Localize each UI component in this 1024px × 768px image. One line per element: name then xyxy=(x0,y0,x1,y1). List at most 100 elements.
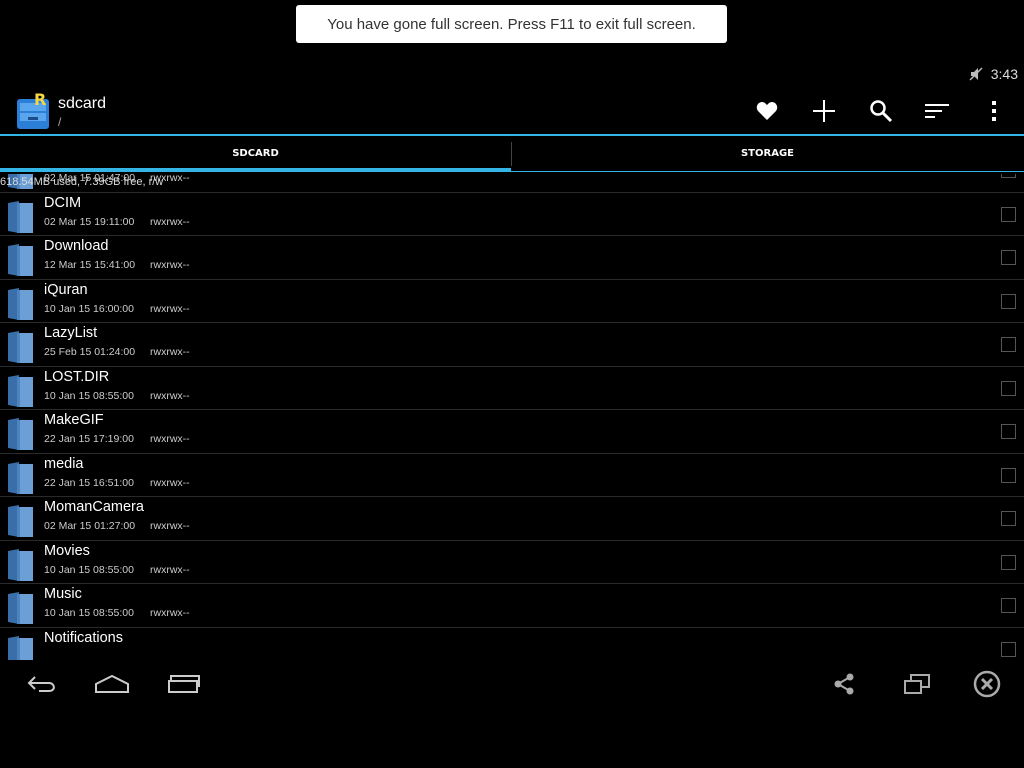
folder-icon xyxy=(7,200,34,234)
add-icon xyxy=(813,100,835,122)
file-date: 10 Jan 15 08:55:00 xyxy=(44,607,134,619)
folder-icon xyxy=(7,504,34,538)
window-button[interactable] xyxy=(901,666,933,702)
file-name: Notifications xyxy=(44,629,123,646)
path-subtitle: / xyxy=(58,115,62,129)
tab-sdcard[interactable]: SDCARD xyxy=(0,136,511,170)
file-meta: 22 Jan 15 16:51:00 rwxrwx-- xyxy=(44,477,190,489)
select-checkbox[interactable] xyxy=(1001,467,1016,483)
tab-underline xyxy=(0,171,1024,172)
file-meta xyxy=(44,651,150,661)
list-item[interactable]: LOST.DIR 10 Jan 15 08:55:00 rwxrwx-- xyxy=(0,367,1024,410)
select-checkbox[interactable] xyxy=(1001,598,1016,613)
select-checkbox[interactable] xyxy=(1001,206,1016,222)
file-name: Music xyxy=(44,586,82,602)
add-button[interactable] xyxy=(810,97,838,125)
back-button[interactable] xyxy=(22,666,62,702)
list-item[interactable]: MakeGIF 22 Jan 15 17:19:00 rwxrwx-- xyxy=(0,410,1024,454)
list-item[interactable]: Movies 10 Jan 15 08:55:00 rwxrwx-- xyxy=(0,541,1024,584)
file-name: LazyList xyxy=(44,325,98,341)
select-checkbox[interactable] xyxy=(1001,641,1016,657)
navigation-bar xyxy=(0,660,1024,708)
file-permissions: rwxrwx-- xyxy=(150,389,190,402)
storage-info: 618.54MB used, 7.39GB free, r/w xyxy=(0,176,164,188)
select-checkbox[interactable] xyxy=(1001,380,1016,396)
app-logo-icon[interactable]: R xyxy=(14,90,52,131)
sort-icon xyxy=(925,104,949,118)
close-button[interactable] xyxy=(971,666,1003,702)
home-button[interactable] xyxy=(92,666,132,702)
bookmark-button[interactable] xyxy=(753,97,781,125)
file-meta: 10 Jan 15 08:55:00 rwxrwx-- xyxy=(44,607,190,619)
file-permissions: rwxrwx-- xyxy=(150,476,190,489)
file-permissions: rwxrwx-- xyxy=(150,563,190,576)
file-permissions: rwxrwx-- xyxy=(150,215,190,228)
file-meta: 22 Jan 15 17:19:00 rwxrwx-- xyxy=(44,433,190,445)
file-permissions: rwxrwx-- xyxy=(150,607,190,619)
folder-icon xyxy=(7,635,34,660)
list-item[interactable]: LazyList 25 Feb 15 01:24:00 rwxrwx-- xyxy=(0,323,1024,367)
file-permissions: rwxrwx-- xyxy=(150,302,190,315)
file-date: 12 Mar 15 15:41:00 xyxy=(44,259,136,271)
file-date: 10 Jan 15 16:00:00 xyxy=(44,302,134,315)
folder-icon xyxy=(7,548,34,582)
search-button[interactable] xyxy=(867,97,895,125)
share-icon xyxy=(834,673,854,695)
file-name: DCIM xyxy=(44,194,82,211)
file-permissions: rwxrwx-- xyxy=(150,346,190,358)
share-button[interactable] xyxy=(830,666,858,702)
file-list[interactable]: 02 Mar 15 01:47:00 rwxrwx-- DCIM 02 Mar 15 … xyxy=(0,174,1024,660)
overflow-menu-button[interactable] xyxy=(980,97,1008,125)
status-bar: 3:43 xyxy=(0,64,1024,86)
clock: 3:43 xyxy=(990,66,1018,82)
file-meta: 10 Jan 15 08:55:00 rwxrwx-- xyxy=(44,564,190,576)
file-date: 10 Jan 15 08:55:00 xyxy=(44,563,134,576)
select-checkbox[interactable] xyxy=(1001,424,1016,439)
file-date: 22 Jan 15 16:51:00 xyxy=(44,476,134,489)
file-meta: 25 Feb 15 01:24:00 rwxrwx-- xyxy=(44,346,190,358)
home-icon xyxy=(95,674,129,693)
file-date: 25 Feb 15 01:24:00 xyxy=(44,346,136,358)
file-name: media xyxy=(44,455,84,472)
list-item[interactable]: Notifications xyxy=(0,628,1024,661)
folder-icon xyxy=(7,330,34,364)
file-name: LOST.DIR xyxy=(44,368,110,385)
folder-icon xyxy=(7,243,34,277)
file-date: 22 Jan 15 17:19:00 xyxy=(44,433,134,445)
recent-apps-icon xyxy=(168,675,200,693)
list-item[interactable]: Download 12 Mar 15 15:41:00 rwxrwx-- xyxy=(0,236,1024,280)
list-item[interactable]: MomanCamera 02 Mar 15 01:27:00 rwxrwx-- xyxy=(0,497,1024,541)
file-name: MakeGIF xyxy=(44,412,104,428)
recent-apps-button[interactable] xyxy=(164,666,204,702)
file-date: 02 Mar 15 19:11:00 xyxy=(44,215,135,228)
close-icon xyxy=(973,670,1001,698)
mute-icon xyxy=(968,66,984,86)
list-item[interactable]: DCIM 02 Mar 15 19:11:00 rwxrwx-- xyxy=(0,193,1024,236)
folder-icon xyxy=(7,461,34,495)
sort-button[interactable] xyxy=(923,97,951,125)
folder-icon xyxy=(7,374,34,408)
file-name: iQuran xyxy=(44,281,88,298)
folder-icon xyxy=(7,591,34,625)
file-date: 10 Jan 15 08:55:00 xyxy=(44,389,134,402)
file-meta: 12 Mar 15 15:41:00 rwxrwx-- xyxy=(44,259,190,271)
tab-storage[interactable]: STORAGE xyxy=(512,136,1023,170)
select-checkbox[interactable] xyxy=(1001,554,1016,570)
select-checkbox[interactable] xyxy=(1001,293,1016,309)
select-checkbox[interactable] xyxy=(1001,250,1016,265)
list-item[interactable]: Music 10 Jan 15 08:55:00 rwxrwx-- xyxy=(0,584,1024,628)
file-meta: 10 Jan 15 08:55:00 rwxrwx-- xyxy=(44,390,190,402)
action-bar: R sdcard / xyxy=(0,87,1024,134)
folder-icon xyxy=(7,417,34,451)
file-date: 02 Mar 15 01:27:00 xyxy=(44,520,136,532)
list-item[interactable]: iQuran 10 Jan 15 16:00:00 rwxrwx-- xyxy=(0,280,1024,323)
svg-text:R: R xyxy=(34,91,46,109)
select-checkbox[interactable] xyxy=(1001,337,1016,352)
fullscreen-notice: You have gone full screen. Press F11 to … xyxy=(296,5,727,43)
page-title: sdcard xyxy=(58,95,107,112)
file-permissions: rwxrwx-- xyxy=(150,520,190,532)
select-checkbox[interactable] xyxy=(1001,174,1016,178)
select-checkbox[interactable] xyxy=(1001,511,1016,526)
file-name: MomanCamera xyxy=(44,499,144,515)
list-item[interactable]: media 22 Jan 15 16:51:00 rwxrwx-- xyxy=(0,454,1024,497)
